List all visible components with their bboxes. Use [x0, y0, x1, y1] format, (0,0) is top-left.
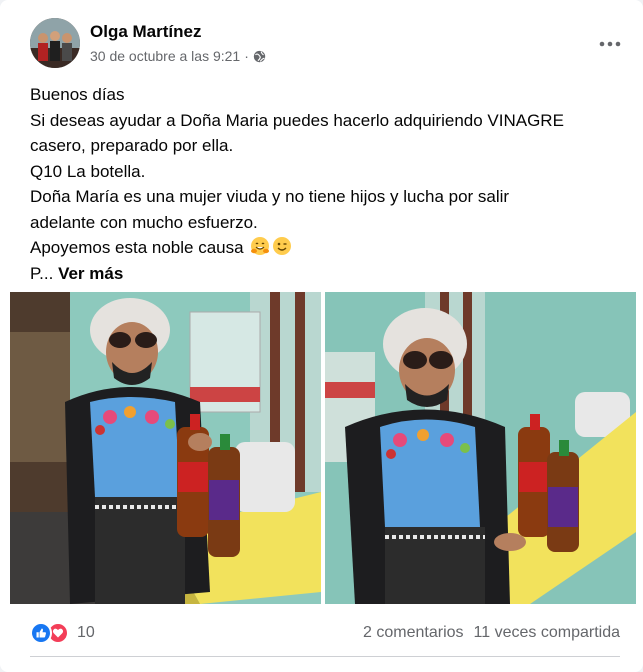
see-more-link[interactable]: Ver más [58, 264, 123, 283]
reactions-summary[interactable]: 10 [30, 622, 95, 644]
photo-2[interactable] [325, 292, 636, 604]
reaction-count: 10 [77, 624, 95, 641]
post-header: Olga Martínez 30 de octubre a las 9:21 · [30, 18, 630, 68]
post-line: Buenos días [30, 85, 125, 104]
ellipsis-icon [599, 41, 621, 47]
like-icon [30, 622, 52, 644]
shares-count-link[interactable]: 11 veces compartida [474, 624, 620, 642]
comments-count-link[interactable]: 2 comentarios [363, 624, 464, 642]
post-timestamp[interactable]: 30 de octubre a las 9:21 [90, 48, 240, 64]
photo-grid [10, 292, 636, 604]
post-footer: 10 2 comentarios 11 veces compartida [30, 618, 620, 648]
globe-icon[interactable] [253, 50, 266, 63]
meta-separator: · [244, 48, 249, 64]
truncated-text: P... [30, 263, 54, 283]
hugging-face-icon [250, 236, 270, 256]
post-line: Doña María es una mujer viuda y no tiene… [30, 187, 510, 206]
post-line: adelante con mucho esfuerzo. [30, 212, 258, 232]
more-options-button[interactable] [592, 26, 628, 62]
avatar[interactable] [30, 18, 80, 68]
post-meta: 30 de octubre a las 9:21 · [90, 48, 266, 64]
post-line: casero, preparado por ella. [30, 136, 234, 155]
post-text: Buenos días Si deseas ayudar a Doña Mari… [30, 82, 620, 286]
post-line-truncated: P... Ver más [30, 261, 620, 287]
post-line-with-emoji: Apoyemos esta noble causa [30, 235, 620, 261]
engagement-stats: 2 comentarios 11 veces compartida [363, 624, 620, 642]
author-name[interactable]: Olga Martínez [90, 22, 201, 42]
post-line: Q10 La botella. [30, 161, 146, 181]
winking-face-icon [272, 236, 292, 256]
post-line: Si deseas ayudar a Doña Maria puedes hac… [30, 110, 564, 130]
photo-1[interactable] [10, 292, 321, 604]
post-line-text: Apoyemos esta noble causa [30, 238, 244, 257]
footer-divider [30, 656, 620, 657]
post-card: Olga Martínez 30 de octubre a las 9:21 ·… [0, 0, 643, 672]
